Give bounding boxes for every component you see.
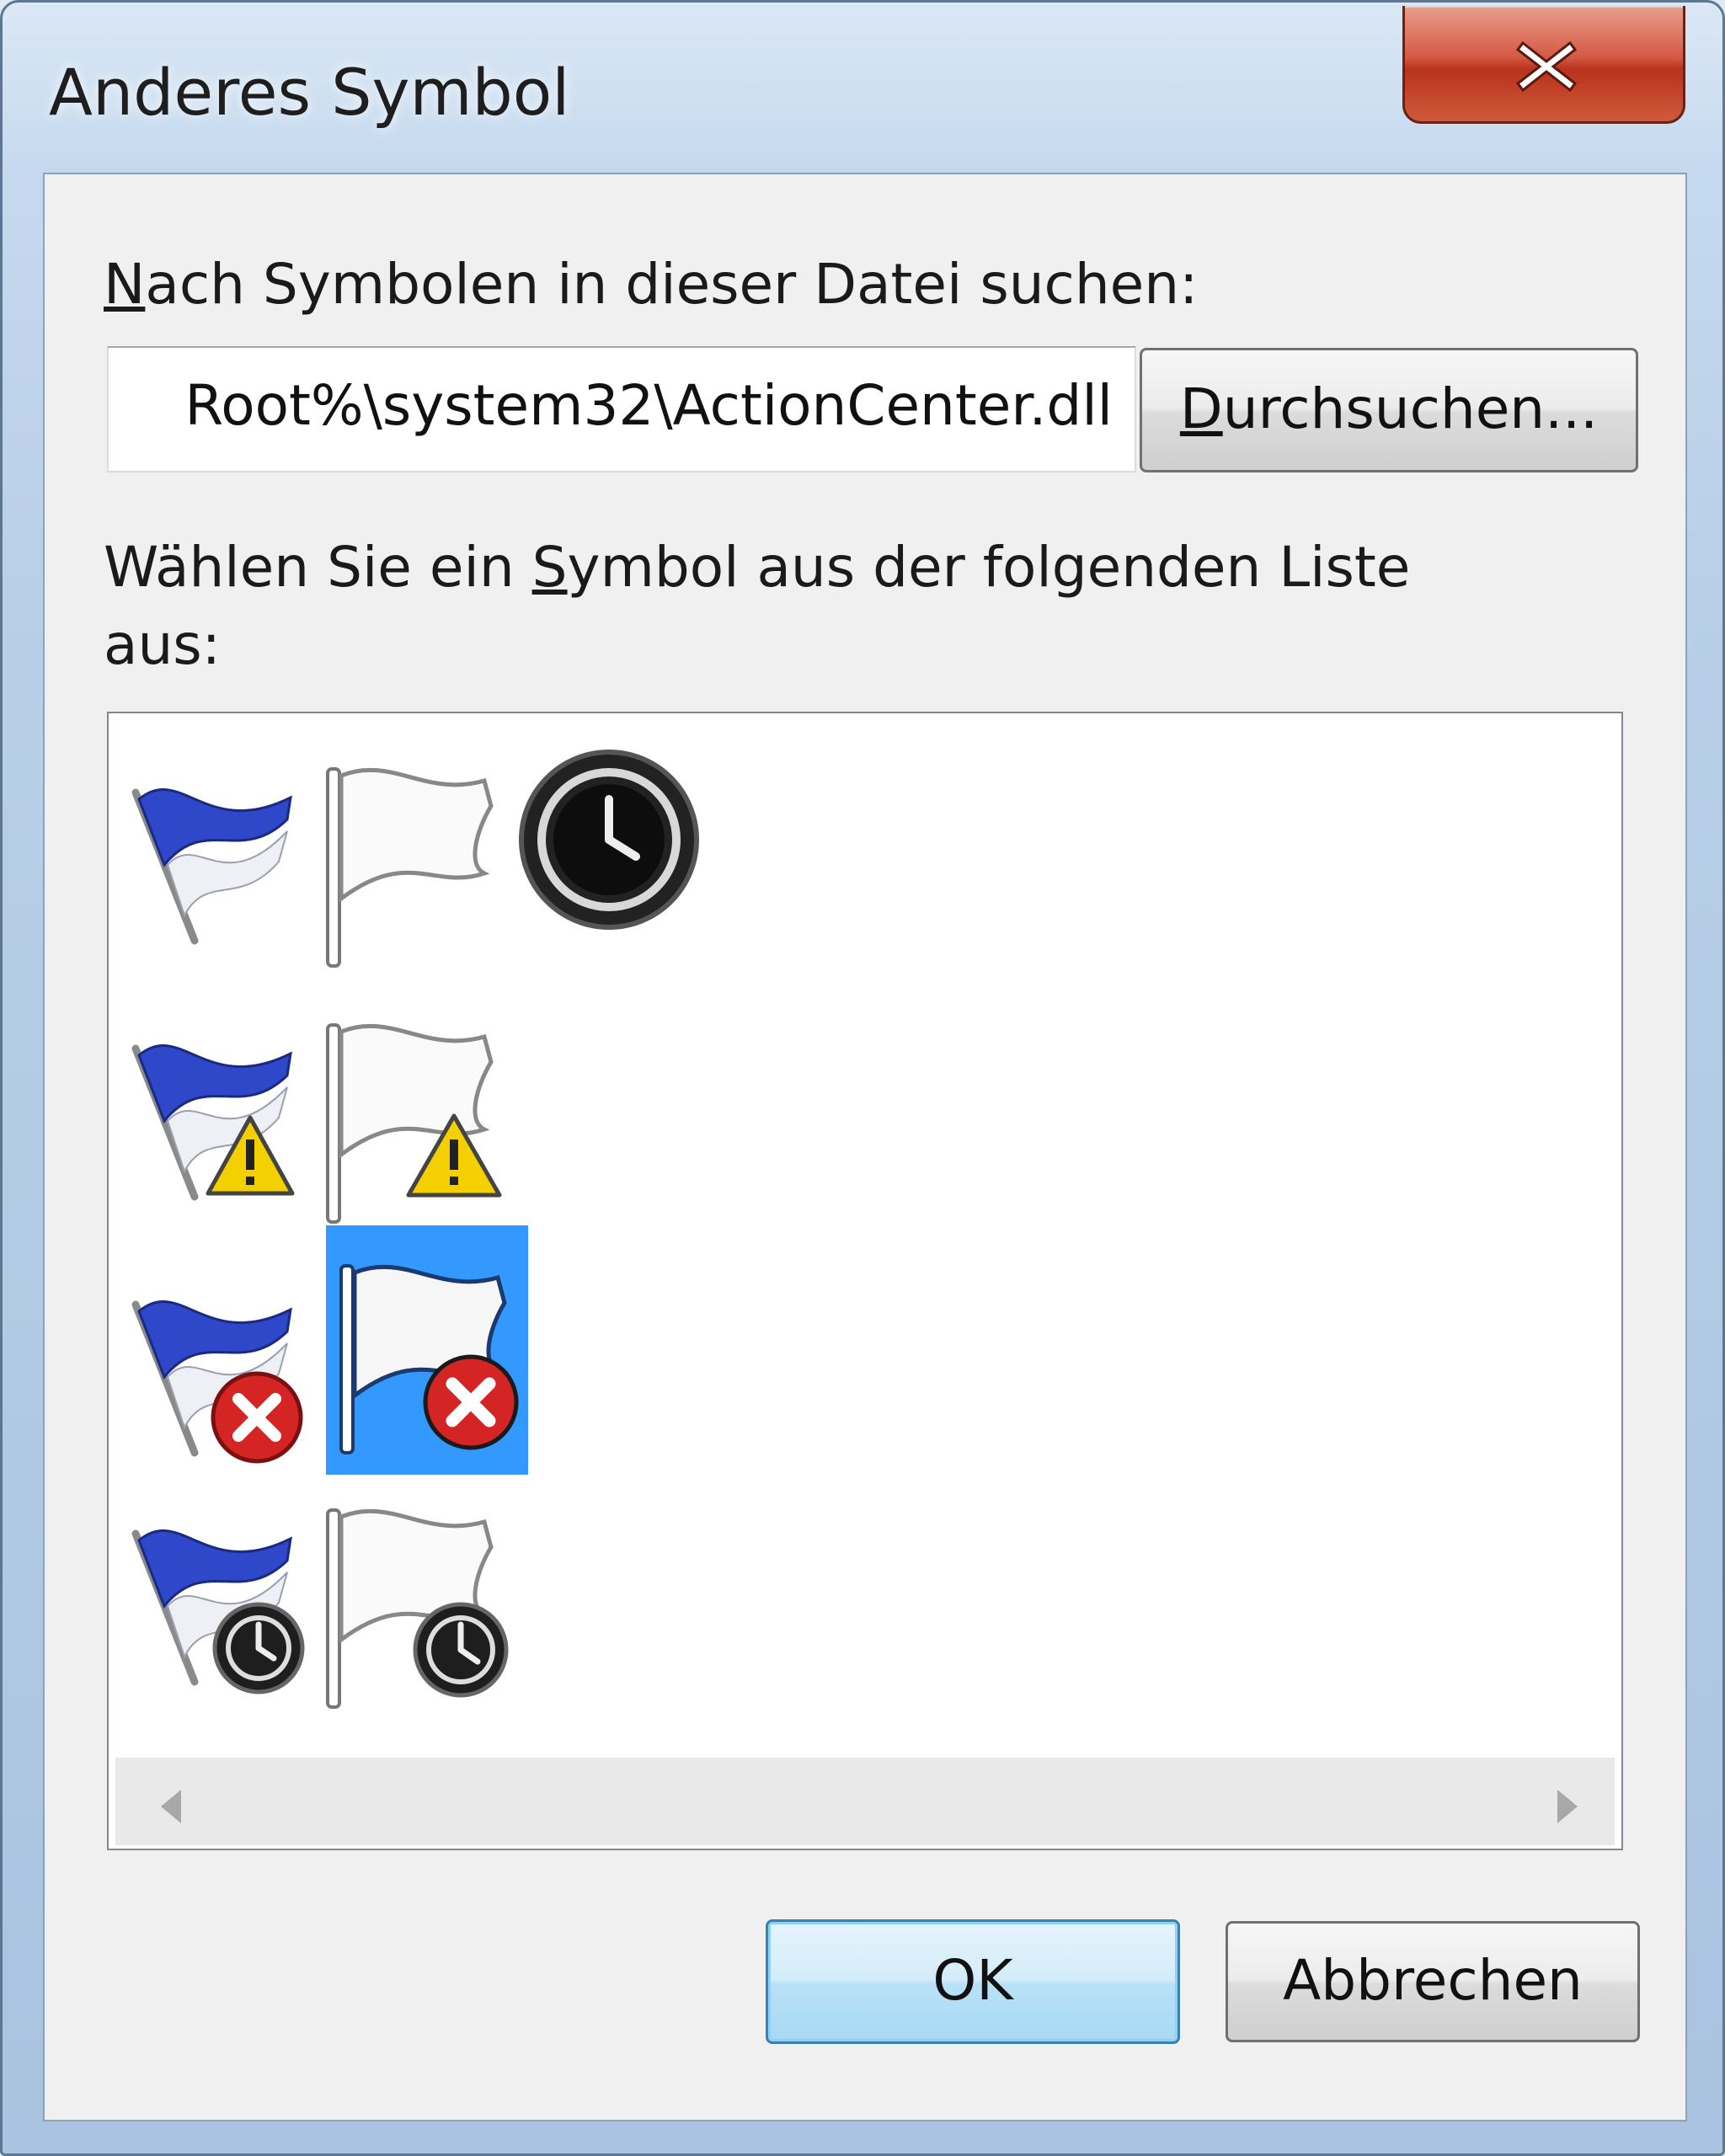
browse-accel: D bbox=[1179, 376, 1223, 441]
close-button[interactable] bbox=[1402, 6, 1685, 124]
list-label-accel: S bbox=[531, 535, 568, 600]
white-flag-icon bbox=[326, 767, 494, 968]
white-flag-error-icon bbox=[339, 1264, 519, 1454]
scroll-right-icon[interactable] bbox=[1552, 1786, 1583, 1827]
icon-list-label-line2: aus: bbox=[104, 612, 221, 677]
white-flag-warning-icon bbox=[326, 1023, 502, 1224]
change-icon-dialog: Anderes Symbol Nach Symbolen in dieser D… bbox=[0, 0, 1725, 2156]
icon-item[interactable] bbox=[518, 739, 720, 988]
file-path-value: Root%\system32\ActionCenter.dll bbox=[184, 373, 1113, 438]
list-label-pre: Wählen Sie ein bbox=[104, 535, 532, 600]
browse-label-rest: urchsuchen... bbox=[1222, 376, 1599, 441]
white-flag-clock-icon bbox=[326, 1508, 509, 1709]
icon-item[interactable] bbox=[316, 995, 518, 1244]
icon-item[interactable] bbox=[316, 1480, 518, 1729]
blue-flag-error-icon bbox=[131, 1300, 303, 1464]
icon-item[interactable] bbox=[114, 995, 316, 1244]
file-label-rest: ach Symbolen in dieser Datei suchen: bbox=[145, 252, 1199, 317]
dialog-body: Nach Symbolen in dieser Datei suchen: Ro… bbox=[43, 173, 1687, 2121]
blue-flag-clock-icon bbox=[131, 1529, 305, 1694]
browse-button[interactable]: Durchsuchen... bbox=[1140, 348, 1638, 472]
horizontal-scrollbar[interactable] bbox=[115, 1758, 1615, 1845]
file-path-input[interactable]: Root%\system32\ActionCenter.dll bbox=[107, 346, 1136, 472]
list-label-post: ymbol aus der folgenden Liste bbox=[567, 535, 1411, 600]
icon-item[interactable] bbox=[114, 1251, 316, 1500]
icon-item[interactable] bbox=[114, 739, 316, 988]
icon-item-selected[interactable] bbox=[326, 1225, 528, 1475]
blue-flag-warning-icon bbox=[131, 1044, 295, 1201]
scroll-left-icon[interactable] bbox=[156, 1786, 186, 1827]
ok-button[interactable]: OK bbox=[766, 1919, 1180, 2044]
file-label-accel: N bbox=[104, 252, 146, 317]
window-title: Anderes Symbol bbox=[49, 55, 570, 130]
blue-flag-icon bbox=[131, 788, 292, 945]
icon-item[interactable] bbox=[114, 1480, 316, 1729]
cancel-button[interactable]: Abbrechen bbox=[1226, 1921, 1640, 2042]
title-bar[interactable]: Anderes Symbol bbox=[3, 3, 1722, 171]
file-search-label: Nach Symbolen in dieser Datei suchen: bbox=[104, 252, 1198, 317]
icon-list-label: Wählen Sie ein Symbol aus der folgenden … bbox=[104, 535, 1410, 600]
close-icon bbox=[1515, 40, 1578, 93]
icon-list[interactable] bbox=[107, 712, 1623, 1850]
icon-item[interactable] bbox=[316, 739, 518, 988]
clock-icon bbox=[519, 750, 699, 930]
